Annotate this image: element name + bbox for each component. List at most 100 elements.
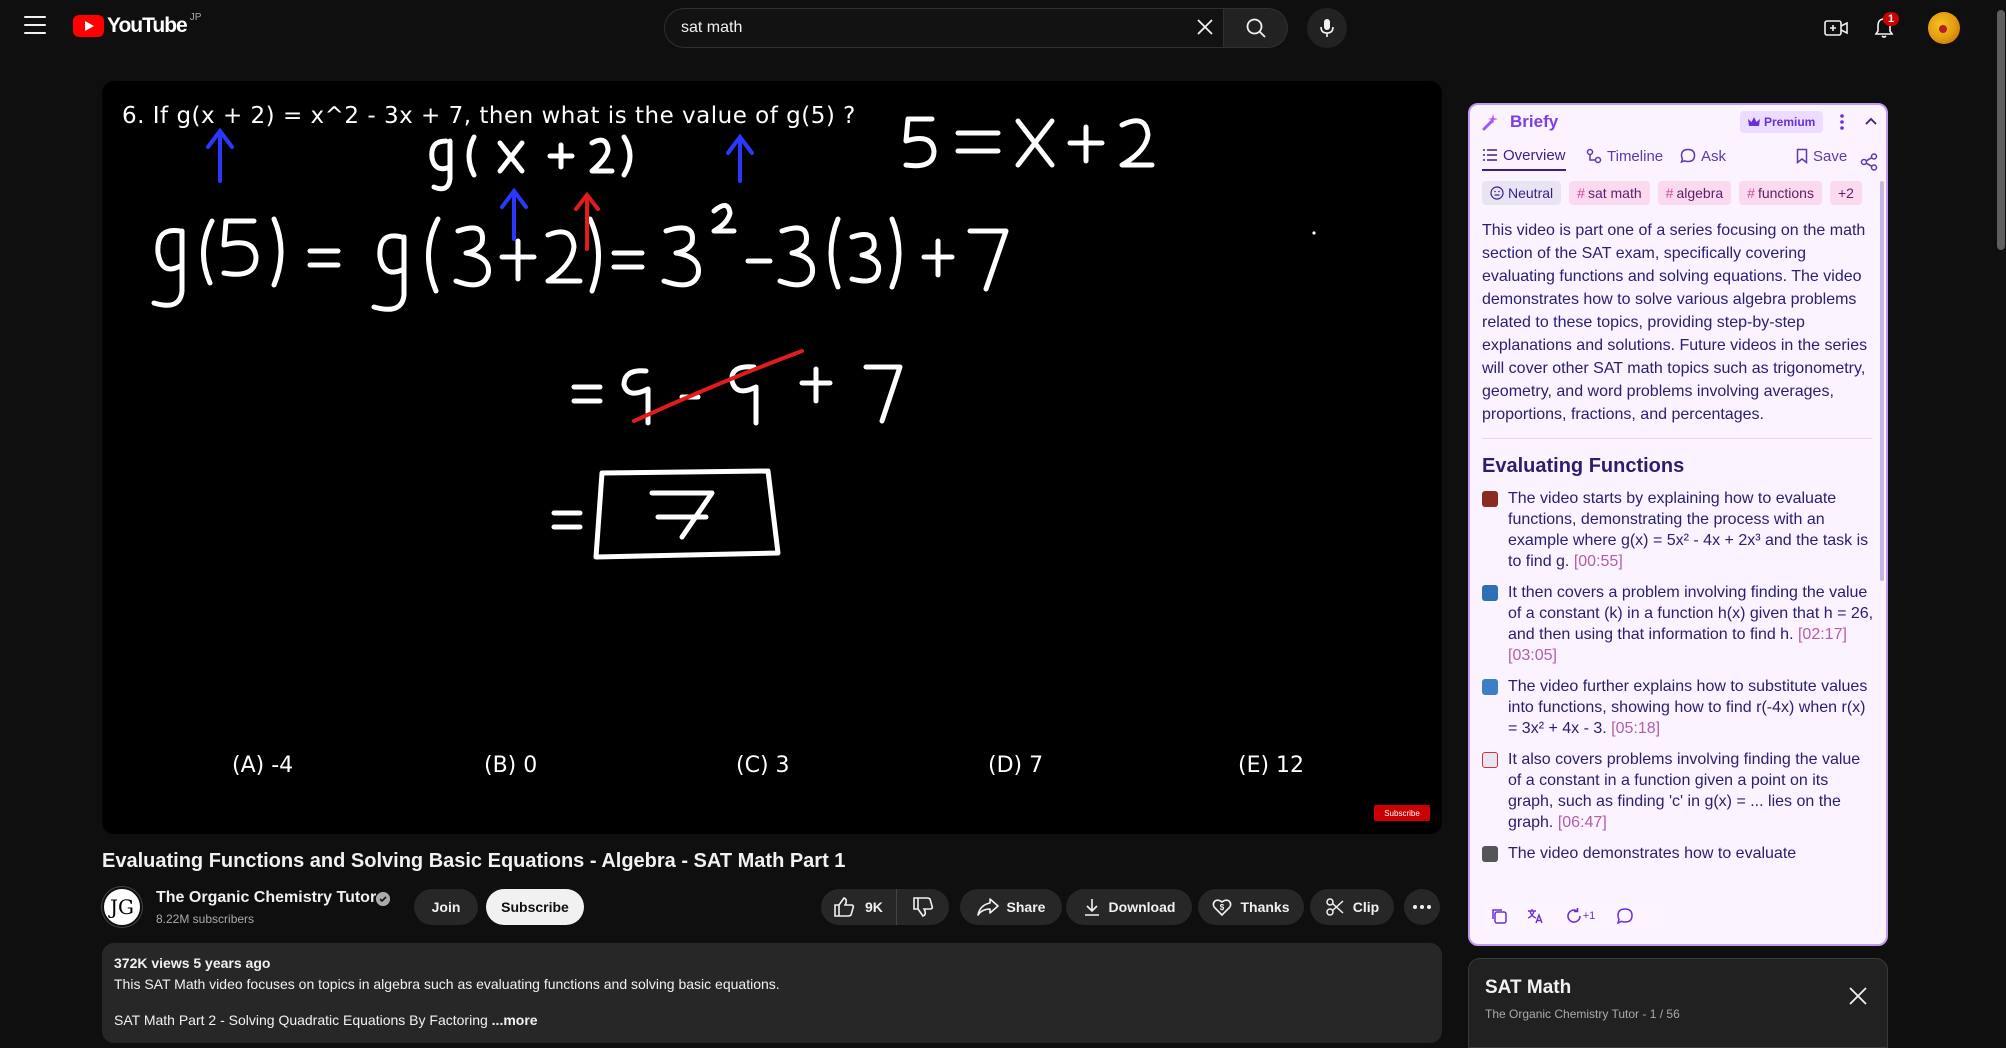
choice-d: (D) 7 (988, 753, 1044, 778)
comment-button[interactable] (1614, 905, 1636, 927)
tag-label: algebra (1676, 185, 1724, 201)
youtube-logo[interactable]: YouTube JP (73, 11, 202, 38)
briefy-title: Briefy (1510, 112, 1559, 131)
numbers-icon (1482, 585, 1498, 601)
thumbs-down-icon (913, 897, 934, 917)
menu-icon[interactable] (24, 16, 46, 34)
playlist-title[interactable]: SAT Math (1485, 977, 1571, 999)
search-icon (1246, 18, 1266, 38)
tag-label: functions (1757, 185, 1814, 201)
translate-button[interactable] (1524, 905, 1546, 927)
clip-button[interactable]: Clip (1310, 889, 1394, 925)
tab-timeline[interactable]: Timeline (1586, 141, 1663, 171)
description-line: This SAT Math video focuses on topics in… (114, 976, 780, 992)
channel-name[interactable]: The Organic Chemistry Tutor (156, 889, 376, 907)
save-button[interactable]: Save (1796, 141, 1847, 171)
search-input[interactable] (681, 19, 1161, 37)
page-scrollbar-thumb[interactable] (1997, 10, 2005, 250)
save-label: Save (1813, 147, 1848, 165)
chart-icon (1482, 752, 1498, 768)
chevron-up-icon[interactable] (1862, 113, 1880, 131)
briefy-content[interactable]: Neutral # sat math # algebra # functions +2… (1470, 181, 1872, 906)
premium-label: Premium (1764, 115, 1816, 129)
channel-avatar[interactable]: JG (102, 887, 142, 927)
neutral-face-icon (1490, 186, 1504, 200)
more-horizontal-icon (1413, 905, 1431, 909)
show-more-link[interactable]: ...more (492, 1012, 538, 1028)
playlist-subtitle: The Organic Chemistry Tutor - 1 / 56 (1485, 1007, 1680, 1021)
more-tags-chip[interactable]: +2 (1829, 181, 1862, 205)
related-video-text: SAT Math Part 2 - Solving Quadratic Equa… (114, 1012, 488, 1028)
tab-ask[interactable]: Ask (1680, 141, 1726, 171)
briefy-scrollbar[interactable] (1880, 181, 1884, 581)
create-button[interactable] (1820, 12, 1852, 44)
verified-icon (376, 892, 390, 906)
list-item: It then covers a problem involving findi… (1482, 582, 1872, 666)
tag-chip[interactable]: # functions (1739, 181, 1822, 205)
dislike-button[interactable] (897, 889, 949, 925)
scissors-icon (1326, 898, 1344, 916)
more-actions-button[interactable] (1404, 889, 1440, 925)
comment-icon (1616, 908, 1633, 925)
region-code: JP (189, 11, 202, 23)
choice-c: (C) 3 (736, 753, 790, 778)
search-box (664, 8, 1224, 48)
share-icon[interactable] (1860, 147, 1878, 177)
voice-search-button[interactable] (1307, 8, 1347, 48)
briefy-logo-icon (1482, 114, 1498, 131)
regenerate-button[interactable]: +1 (1560, 905, 1600, 927)
description-box[interactable]: 372K views 5 years ago This SAT Math vid… (102, 943, 1442, 1043)
playlist-panel[interactable]: SAT Math The Organic Chemistry Tutor - 1… (1468, 958, 1888, 1048)
notification-badge: 1 (1883, 12, 1900, 26)
sentiment-label: Neutral (1508, 185, 1554, 201)
bullet-text: The video further explains how to substi… (1508, 678, 1868, 737)
list-item: The video demonstrates how to evaluate (1482, 843, 1872, 864)
briefy-tabs: Overview Timeline Ask Save (1470, 141, 1886, 173)
refresh-icon (1566, 908, 1581, 923)
list-item: The video further explains how to substi… (1482, 676, 1872, 739)
close-icon[interactable] (1847, 985, 1869, 1007)
tab-overview[interactable]: Overview (1482, 141, 1566, 171)
tab-timeline-label: Timeline (1607, 147, 1664, 165)
clear-search-icon[interactable] (1194, 16, 1216, 38)
timestamp-link[interactable]: [06:47] (1558, 814, 1607, 831)
divider (1482, 438, 1872, 439)
thanks-button[interactable]: $ Thanks (1198, 889, 1304, 925)
list-icon (1483, 149, 1497, 161)
join-button[interactable]: Join (414, 889, 478, 925)
description-line-related: SAT Math Part 2 - Solving Quadratic Equa… (114, 1012, 1430, 1028)
account-avatar[interactable] (1928, 12, 1960, 44)
create-video-icon (1824, 20, 1848, 36)
timestamp-link[interactable]: [05:18] (1611, 720, 1660, 737)
like-dislike-group: 9K (821, 889, 949, 925)
svg-text:$: $ (1220, 903, 1225, 912)
subscribe-watermark[interactable]: Subscribe (1374, 805, 1430, 821)
subscribe-button[interactable]: Subscribe (486, 889, 584, 925)
choice-e: (E) 12 (1238, 753, 1305, 778)
kebab-menu-icon[interactable] (1836, 113, 1848, 131)
tab-overview-label: Overview (1503, 146, 1566, 164)
premium-button[interactable]: Premium (1740, 111, 1824, 133)
like-button[interactable]: 9K (821, 889, 897, 925)
list-item: The video starts by explaining how to ev… (1482, 488, 1872, 572)
view-stats: 372K views 5 years ago (114, 955, 271, 971)
abacus-icon (1482, 491, 1498, 507)
copy-button[interactable] (1488, 905, 1510, 927)
bullet-list: The video starts by explaining how to ev… (1482, 488, 1872, 864)
microphone-icon (1320, 19, 1334, 37)
choice-b: (B) 0 (484, 753, 538, 778)
logo-text: YouTube (107, 14, 188, 37)
top-bar: YouTube JP 1 (0, 0, 2006, 56)
subscriber-count: 8.22M subscribers (156, 912, 255, 926)
timestamp-link[interactable]: [00:55] (1574, 553, 1623, 570)
translate-icon (1527, 909, 1543, 924)
sentiment-chip[interactable]: Neutral (1482, 181, 1562, 205)
tag-chip[interactable]: # algebra (1657, 181, 1732, 205)
tag-chip[interactable]: # sat math (1569, 181, 1650, 205)
share-button[interactable]: Share (960, 889, 1062, 925)
video-player[interactable]: 6. If g(x + 2) = x^2 - 3x + 7, then what… (102, 81, 1442, 834)
bullet-text: The video demonstrates how to evaluate (1508, 845, 1797, 862)
download-button[interactable]: Download (1066, 889, 1192, 925)
search-button[interactable] (1224, 8, 1288, 48)
copy-icon (1492, 909, 1507, 924)
